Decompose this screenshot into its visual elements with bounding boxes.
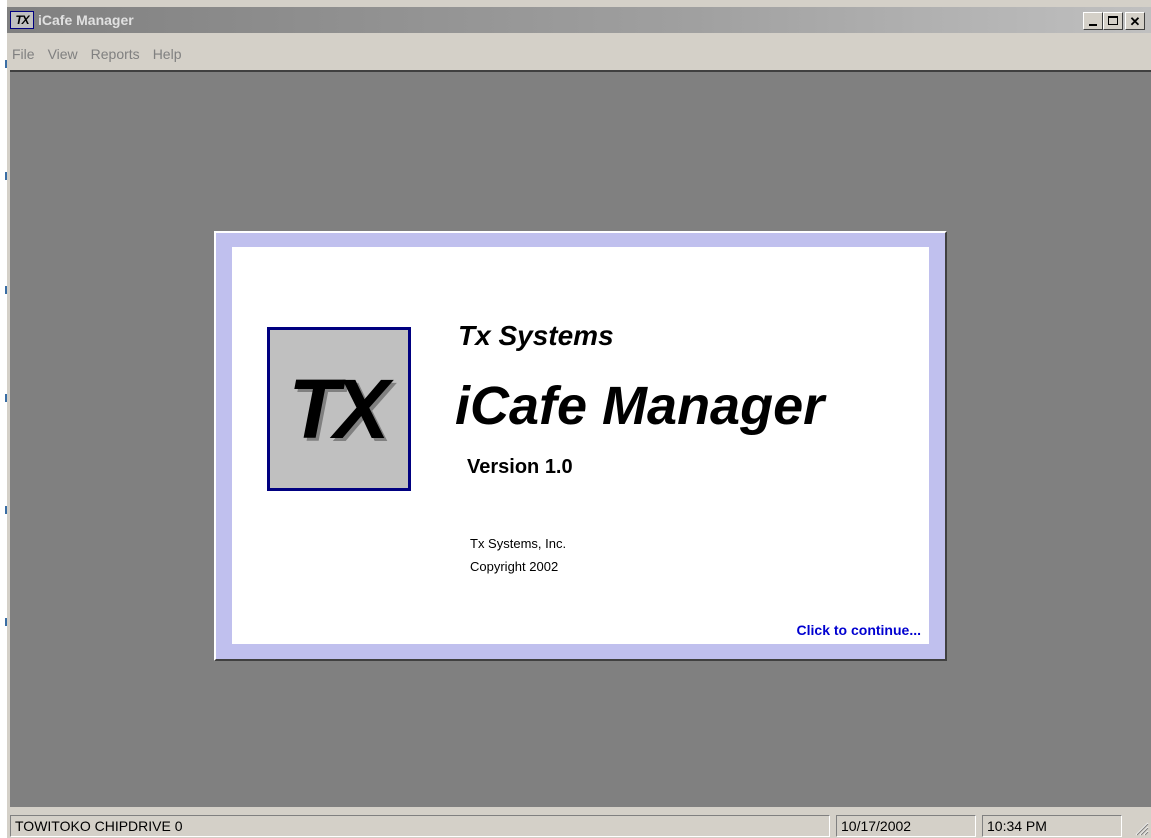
status-bar: TOWITOKO CHIPDRIVE 0 10/17/2002 10:34 PM [7,811,1151,838]
menu-view[interactable]: View [43,46,86,62]
menu-reports[interactable]: Reports [86,46,148,62]
status-time: 10:34 PM [982,815,1122,837]
title-bar[interactable]: TX iCafe Manager ✕ [7,7,1151,33]
window-left-edge [0,0,7,838]
minimize-icon [1089,24,1097,26]
continue-link[interactable]: Click to continue... [797,622,921,638]
menu-file[interactable]: File [7,46,43,62]
product-name: iCafe Manager [455,376,825,436]
close-icon: ✕ [1129,13,1141,29]
app-icon[interactable]: TX [10,11,34,29]
splash-panel[interactable]: TX Tx Systems iCafe Manager Version 1.0 … [232,247,929,644]
tx-logo-text: TX [288,361,389,456]
maximize-icon [1108,16,1118,25]
app-window: TX iCafe Manager ✕ File View Reports Hel… [0,0,1151,838]
maximize-button[interactable] [1103,12,1123,30]
window-title: iCafe Manager [38,12,134,28]
company-name: Tx Systems, Inc. [470,536,567,551]
menu-bar: File View Reports Help [7,43,1151,65]
status-device: TOWITOKO CHIPDRIVE 0 [10,815,830,837]
tx-logo: TX [267,327,411,491]
menu-help[interactable]: Help [148,46,190,62]
status-date: 10/17/2002 [836,815,976,837]
version-label: Version 1.0 [467,456,573,478]
resize-grip-icon[interactable] [1133,820,1149,836]
window-controls: ✕ [1083,12,1145,30]
close-button[interactable]: ✕ [1125,12,1145,30]
company-heading: Tx Systems [458,320,614,351]
copyright-notice: Copyright 2002 [470,559,559,574]
splash-screen[interactable]: TX Tx Systems iCafe Manager Version 1.0 … [214,231,947,661]
minimize-button[interactable] [1083,12,1103,30]
